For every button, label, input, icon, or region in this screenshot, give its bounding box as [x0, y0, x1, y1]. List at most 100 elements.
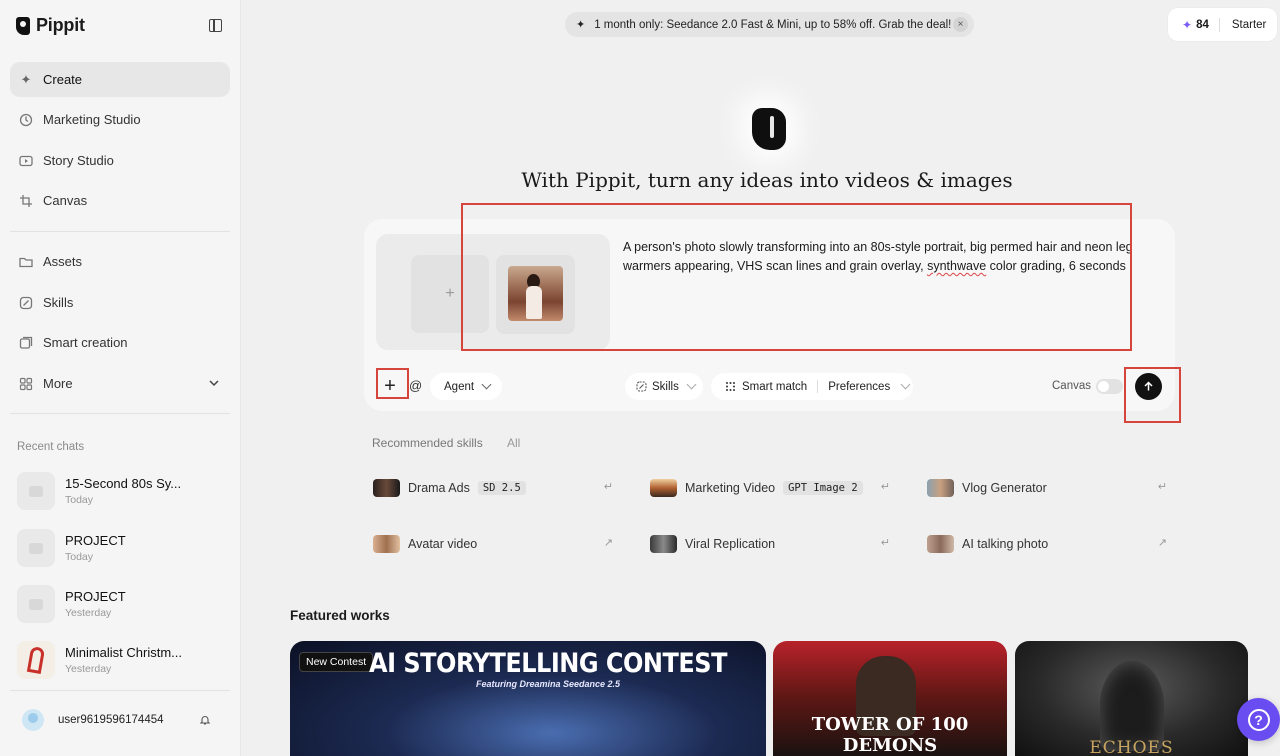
skills-label: Skills [652, 380, 679, 393]
nav-assets[interactable]: Assets [10, 244, 230, 279]
mention-button[interactable]: @ [409, 378, 422, 393]
grid-icon [19, 377, 33, 391]
divider [817, 380, 819, 393]
folder-icon [19, 255, 33, 269]
brand-name: Pippit [36, 15, 85, 35]
crop-icon [19, 194, 33, 208]
arrow-up-right-icon: ↗ [603, 537, 613, 549]
recent-chats-label: Recent chats [17, 441, 85, 453]
skill-tag: GPT Image 2 [783, 481, 863, 495]
sidebar: Pippit ✦ Create Marketing Studio Story S… [0, 0, 241, 756]
send-button[interactable] [1135, 373, 1162, 400]
skill-name: Marketing Video [685, 481, 776, 495]
chat-date: Yesterday [65, 607, 112, 619]
arrow-up-right-icon: ↗ [1157, 537, 1167, 549]
collapse-sidebar-icon[interactable] [209, 19, 222, 32]
enter-icon: ↵ [1157, 481, 1167, 493]
skills-icon [19, 296, 33, 310]
credits-star-icon: ✦ [1182, 17, 1193, 32]
add-attachment-button[interactable]: + [380, 376, 400, 397]
divider [10, 231, 230, 232]
close-icon[interactable]: × [953, 17, 968, 32]
skill-avatar-video[interactable]: Avatar video ↗ [373, 533, 613, 555]
divider [10, 690, 230, 691]
prompt-input[interactable]: A person's photo slowly transforming int… [623, 238, 1133, 276]
bell-icon[interactable] [199, 714, 211, 726]
play-icon [19, 154, 33, 168]
enter-icon: ↵ [880, 481, 890, 493]
smart-match-icon [726, 382, 735, 391]
recent-chat-item[interactable]: Minimalist Christm... Yesterday [17, 640, 227, 680]
contest-title: AI STORYTELLING CONTEST [369, 647, 727, 679]
skill-ai-talking-photo[interactable]: AI talking photo ↗ [927, 533, 1167, 555]
recommended-all-tab[interactable]: All [507, 436, 520, 450]
chat-title: Minimalist Christm... [65, 645, 183, 660]
chat-date: Yesterday [65, 663, 112, 675]
chevron-down-icon [481, 379, 492, 390]
chat-bubble-icon [17, 472, 55, 510]
skill-name: Drama Ads [408, 481, 470, 495]
skill-marketing-video[interactable]: Marketing Video GPT Image 2 ↵ [650, 477, 890, 499]
skill-name: Vlog Generator [962, 481, 1047, 495]
marketing-icon [19, 113, 33, 127]
user-profile[interactable]: user9619596174454 [22, 709, 164, 731]
canvas-toggle[interactable] [1096, 379, 1123, 394]
nav-create[interactable]: ✦ Create [10, 62, 230, 97]
skill-vlog-generator[interactable]: Vlog Generator ↵ [927, 477, 1167, 499]
chat-bubble-icon [17, 529, 55, 567]
credits-plan[interactable]: ✦ 84 Starter [1168, 8, 1277, 41]
skill-thumbnail [373, 535, 400, 553]
skills-dropdown[interactable]: Skills [625, 373, 703, 400]
ribbon-thumbnail [17, 641, 55, 679]
recent-chat-item[interactable]: PROJECT Yesterday [17, 584, 227, 624]
skill-thumbnail [927, 535, 954, 553]
divider [10, 413, 230, 414]
contest-subtitle: Featuring Dreamina Seedance 2.5 [475, 679, 621, 689]
recent-chat-item[interactable]: 15-Second 80s Sy... Today [17, 471, 227, 511]
help-icon: ? [1247, 708, 1270, 731]
chat-date: Today [65, 551, 94, 563]
nav-more[interactable]: More [10, 366, 230, 401]
smart-creation-icon [19, 336, 33, 350]
skill-drama-ads[interactable]: Drama Ads SD 2.5 ↵ [373, 477, 613, 499]
nav-label: Marketing Studio [43, 112, 141, 127]
smart-match-button[interactable]: Smart match [742, 381, 807, 393]
skill-viral-replication[interactable]: Viral Replication ↵ [650, 533, 890, 555]
brand[interactable]: Pippit [16, 15, 85, 36]
recent-chat-item[interactable]: PROJECT Today [17, 528, 227, 568]
poster-title: TOWER OF 100 DEMONS [811, 714, 969, 756]
featured-contest-card[interactable]: New Contest AI STORYTELLING CONTEST Feat… [290, 641, 766, 756]
skill-thumbnail [927, 479, 954, 497]
reference-photo [508, 266, 563, 321]
add-reference-button[interactable]: + [411, 255, 489, 333]
skill-thumbnail [650, 479, 677, 497]
recommended-skills-label: Recommended skills [372, 436, 483, 450]
nav-skills[interactable]: Skills [10, 285, 230, 320]
promo-banner[interactable]: ✦ 1 month only: Seedance 2.0 Fast & Mini… [565, 12, 974, 37]
arrow-up-icon [1144, 381, 1153, 391]
skill-thumbnail [650, 535, 677, 553]
skill-tag: SD 2.5 [477, 481, 526, 495]
featured-work-card[interactable]: TOWER OF 100 DEMONS [773, 641, 1007, 756]
featured-works-title: Featured works [290, 608, 390, 623]
chat-title: 15-Second 80s Sy... [65, 476, 182, 491]
sparkle-icon: ✦ [20, 71, 32, 87]
help-button[interactable]: ? [1237, 698, 1280, 741]
nav-smart-creation[interactable]: Smart creation [10, 325, 230, 360]
nav-label: Skills [43, 295, 74, 310]
preferences-button[interactable]: Preferences [828, 381, 890, 393]
enter-icon: ↵ [880, 537, 890, 549]
skill-name: Avatar video [408, 537, 478, 551]
prompt-text-part: color grading, 6 seconds [986, 258, 1126, 273]
chevron-down-icon [900, 379, 911, 390]
hero-title: With Pippit, turn any ideas into videos … [521, 168, 1013, 192]
nav-label: Canvas [43, 193, 88, 208]
pippit-logo-icon [16, 16, 30, 35]
nav-marketing-studio[interactable]: Marketing Studio [10, 102, 230, 137]
canvas-toggle-label: Canvas [1052, 380, 1091, 392]
agent-dropdown[interactable]: Agent [430, 373, 502, 400]
agent-label: Agent [444, 380, 475, 393]
featured-work-card[interactable]: ECHOES [1015, 641, 1248, 756]
nav-label: Smart creation [43, 335, 128, 350]
promo-text: 1 month only: Seedance 2.0 Fast & Mini, … [594, 18, 952, 31]
